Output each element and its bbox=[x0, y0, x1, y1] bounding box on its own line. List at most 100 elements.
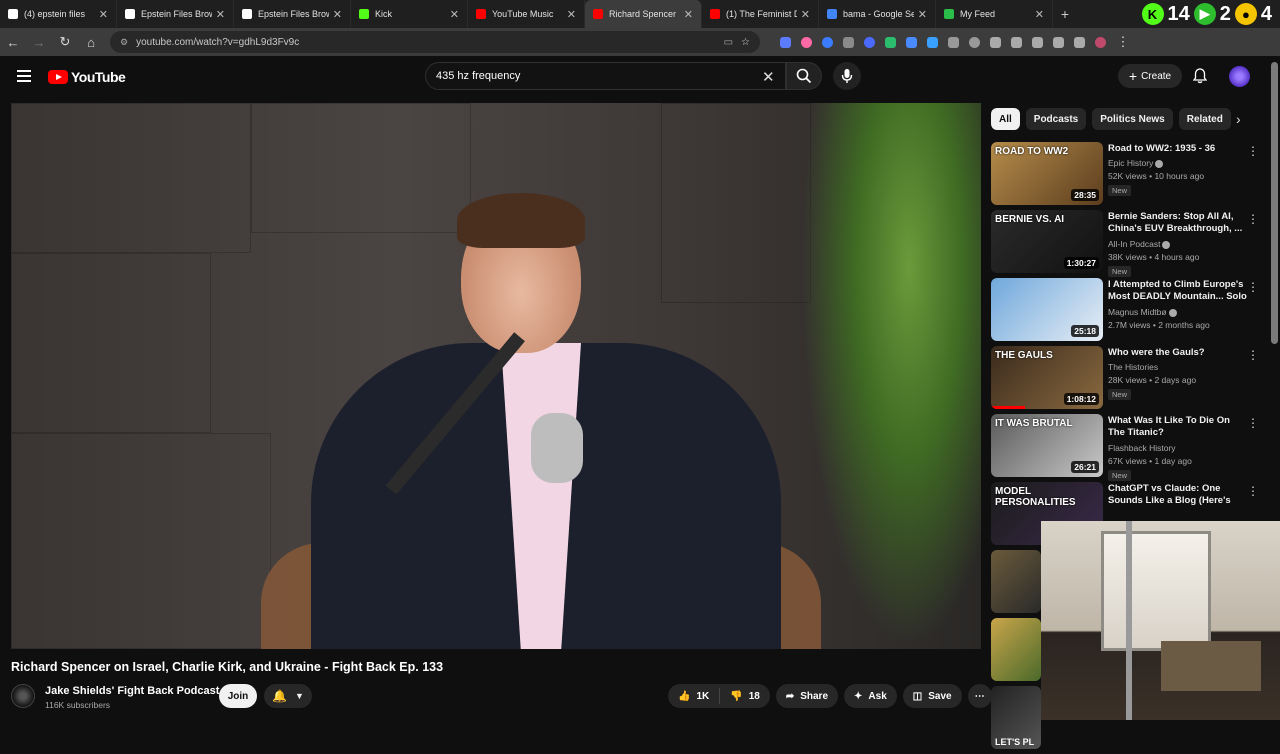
devtools-icon[interactable] bbox=[1011, 36, 1022, 48]
chevron-right-icon[interactable]: › bbox=[1236, 111, 1241, 127]
extension-icon[interactable] bbox=[843, 36, 854, 48]
filter-chip[interactable]: Politics News bbox=[1092, 108, 1173, 130]
home-icon[interactable]: ⌂ bbox=[84, 35, 98, 50]
video-thumbnail[interactable] bbox=[991, 618, 1041, 681]
tab-close-icon[interactable]: ✕ bbox=[1035, 8, 1044, 21]
history-icon[interactable] bbox=[969, 36, 980, 48]
tab-close-icon[interactable]: ✕ bbox=[333, 8, 342, 21]
recommended-channel[interactable]: Magnus Midtbø bbox=[1108, 307, 1177, 317]
share-button[interactable]: ➦ Share bbox=[775, 684, 839, 708]
reload-icon[interactable]: ↻ bbox=[58, 34, 72, 50]
more-vertical-icon[interactable]: ⋮ bbox=[1247, 416, 1259, 430]
voice-search-button[interactable] bbox=[833, 62, 861, 90]
tab-close-icon[interactable]: ✕ bbox=[216, 8, 225, 21]
more-vertical-icon[interactable]: ⋮ bbox=[1247, 212, 1259, 226]
install-icon[interactable]: ▭ bbox=[724, 37, 733, 48]
tab-close-icon[interactable]: ✕ bbox=[99, 8, 108, 21]
extension-icon[interactable] bbox=[864, 36, 875, 48]
extension-icon[interactable] bbox=[1074, 36, 1085, 48]
recommended-title[interactable]: What Was It Like To Die On The Titanic? bbox=[1108, 415, 1248, 439]
bookmark-star-icon[interactable]: ☆ bbox=[741, 37, 750, 48]
browser-tab[interactable]: (4) epstein files ✕ bbox=[0, 0, 117, 28]
more-actions-button[interactable]: ⋯ bbox=[967, 684, 992, 708]
site-info-icon[interactable]: ⚙ bbox=[120, 37, 128, 48]
browser-tab[interactable]: Kick ✕ bbox=[351, 0, 468, 28]
extension-icon[interactable] bbox=[1032, 36, 1043, 48]
video-thumbnail[interactable]: BERNIE VS. AI 1:30:27 bbox=[991, 210, 1103, 273]
tab-close-icon[interactable]: ✕ bbox=[801, 8, 810, 21]
more-vertical-icon[interactable]: ⋮ bbox=[1247, 348, 1259, 362]
video-thumbnail[interactable]: LET'S PL bbox=[991, 686, 1041, 749]
forward-icon[interactable]: → bbox=[32, 35, 46, 50]
extension-icon[interactable] bbox=[1053, 36, 1064, 48]
browser-tab[interactable]: (1) The Feminist De ✕ bbox=[702, 0, 819, 28]
create-button[interactable]: + Create bbox=[1118, 64, 1182, 88]
recommended-video[interactable]: 25:18 I Attempted to Climb Europe's Most … bbox=[991, 278, 1269, 346]
more-vertical-icon[interactable]: ⋮ bbox=[1247, 144, 1259, 158]
browser-tab[interactable]: Epstein Files Browser ✕ bbox=[234, 0, 351, 28]
recommended-title[interactable]: Road to WW2: 1935 - 36 bbox=[1108, 143, 1248, 155]
tab-close-icon[interactable]: ✕ bbox=[684, 8, 693, 21]
recommended-video[interactable]: IT WAS BRUTAL 26:21 What Was It Like To Di… bbox=[991, 414, 1269, 482]
extension-icon[interactable] bbox=[906, 36, 917, 48]
join-button[interactable]: Join bbox=[219, 684, 257, 708]
extensions-puzzle-icon[interactable] bbox=[948, 36, 959, 48]
recommended-title[interactable]: Bernie Sanders: Stop All AI, China's EUV… bbox=[1108, 211, 1248, 235]
channel-name[interactable]: Jake Shields' Fight Back Podcast bbox=[45, 685, 219, 697]
subscription-notify-button[interactable]: 🔔 ▼ bbox=[264, 684, 312, 708]
more-vertical-icon[interactable]: ⋮ bbox=[1247, 280, 1259, 294]
like-button[interactable]: 👍 1K bbox=[668, 684, 719, 708]
save-button[interactable]: ◫ Save bbox=[902, 684, 962, 708]
search-input[interactable]: 435 hz frequency bbox=[425, 62, 786, 90]
search-button[interactable] bbox=[786, 62, 822, 90]
browser-tab[interactable]: Richard Spencer ✕ bbox=[585, 0, 702, 28]
recommended-video[interactable]: THE GAULS 1:08:12 Who were the Gauls? The H… bbox=[991, 346, 1269, 414]
extension-icon[interactable] bbox=[822, 36, 833, 48]
tab-close-icon[interactable]: ✕ bbox=[450, 8, 459, 21]
recommended-title[interactable]: I Attempted to Climb Europe's Most DEADL… bbox=[1108, 279, 1248, 303]
new-tab-icon[interactable]: + bbox=[1053, 6, 1077, 22]
recommended-channel[interactable]: Flashback History bbox=[1108, 443, 1176, 453]
tab-close-icon[interactable]: ✕ bbox=[918, 8, 927, 21]
account-avatar[interactable] bbox=[1229, 66, 1250, 87]
filter-chip[interactable]: All bbox=[991, 108, 1020, 130]
youtube-logo[interactable]: YouTube bbox=[48, 69, 126, 85]
recommended-video[interactable]: ROAD TO WW2 28:35 Road to WW2: 1935 - 36 Ep… bbox=[991, 142, 1269, 210]
back-icon[interactable]: ← bbox=[6, 35, 20, 50]
notifications-bell-icon[interactable] bbox=[1192, 68, 1208, 87]
more-vertical-icon[interactable]: ⋮ bbox=[1247, 484, 1259, 498]
video-thumbnail[interactable]: ROAD TO WW2 28:35 bbox=[991, 142, 1103, 205]
clear-search-icon[interactable]: ✕ bbox=[762, 68, 775, 86]
recommended-title[interactable]: ChatGPT vs Claude: One Sounds Like a Blo… bbox=[1108, 483, 1248, 508]
recommended-channel[interactable]: The Histories bbox=[1108, 362, 1158, 372]
video-player[interactable] bbox=[11, 103, 981, 649]
tab-close-icon[interactable]: ✕ bbox=[567, 8, 576, 21]
ask-button[interactable]: ✦ Ask bbox=[844, 684, 897, 708]
extension-icon[interactable] bbox=[990, 36, 1001, 48]
browser-tab[interactable]: YouTube Music ✕ bbox=[468, 0, 585, 28]
dislike-button[interactable]: 👎 18 bbox=[720, 684, 770, 708]
video-thumbnail[interactable]: THE GAULS 1:08:12 bbox=[991, 346, 1103, 409]
video-thumbnail[interactable]: 25:18 bbox=[991, 278, 1103, 341]
extension-icon[interactable] bbox=[927, 36, 938, 48]
scrollbar[interactable] bbox=[1271, 62, 1278, 344]
recommended-channel[interactable]: Epic History bbox=[1108, 158, 1164, 168]
browser-tab[interactable]: My Feed ✕ bbox=[936, 0, 1053, 28]
browser-tab[interactable]: bama - Google Sea ✕ bbox=[819, 0, 936, 28]
recommended-video[interactable]: BERNIE VS. AI 1:30:27 Bernie Sanders: Stop… bbox=[991, 210, 1269, 278]
extension-icon[interactable] bbox=[780, 36, 791, 48]
filter-chip[interactable]: Podcasts bbox=[1025, 108, 1087, 130]
channel-avatar[interactable] bbox=[11, 684, 35, 708]
profile-icon[interactable] bbox=[1095, 36, 1106, 48]
extension-icon[interactable] bbox=[801, 36, 812, 48]
browser-tab[interactable]: Epstein Files Browser ✕ bbox=[117, 0, 234, 28]
filter-chip[interactable]: Related bbox=[1178, 108, 1231, 130]
menu-icon[interactable] bbox=[17, 70, 31, 85]
video-thumbnail[interactable]: IT WAS BRUTAL 26:21 bbox=[991, 414, 1103, 477]
recommended-channel[interactable]: All-In Podcast bbox=[1108, 239, 1171, 249]
extension-icon[interactable] bbox=[885, 36, 896, 48]
video-thumbnail[interactable] bbox=[991, 550, 1041, 613]
recommended-title[interactable]: Who were the Gauls? bbox=[1108, 347, 1248, 359]
browser-menu-icon[interactable]: ⋮ bbox=[1116, 34, 1130, 50]
url-field[interactable]: ⚙ youtube.com/watch?v=gdhL9d3Fv9c ▭ ☆ bbox=[110, 31, 760, 53]
